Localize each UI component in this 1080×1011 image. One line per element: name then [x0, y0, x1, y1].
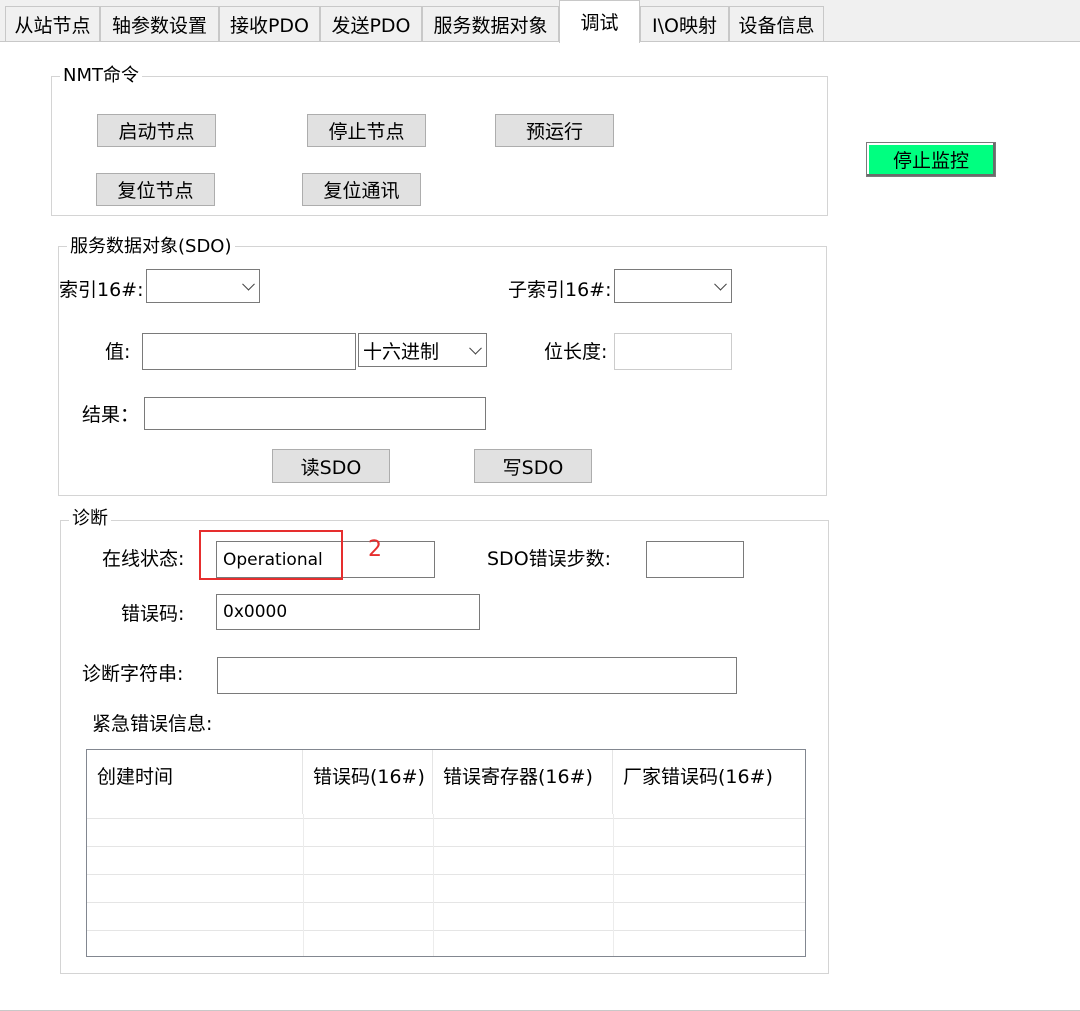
table-col-divider [433, 814, 434, 956]
tab-bar: 从站节点 轴参数设置 接收PDO 发送PDO 服务数据对象 调试 I\O映射 设… [0, 0, 1080, 43]
online-status-label: 在线状态: [102, 548, 185, 570]
chevron-down-icon [714, 277, 727, 291]
emergency-error-table[interactable]: 创建时间 错误码(16#) 错误寄存器(16#) 厂家错误码(16#) [86, 749, 806, 957]
tab-io-mapping[interactable]: I\O映射 [640, 6, 729, 42]
tab-debug[interactable]: 调试 [559, 0, 640, 43]
read-sdo-button[interactable]: 读SDO [272, 449, 390, 483]
chevron-down-icon [469, 341, 482, 355]
tab-service-data-object[interactable]: 服务数据对象 [422, 6, 559, 42]
result-field[interactable] [144, 397, 486, 430]
tab-slave-nodes[interactable]: 从站节点 [5, 6, 100, 42]
table-row-divider [87, 930, 805, 931]
reset-comm-button[interactable]: 复位通讯 [302, 173, 421, 206]
subindex-label: 子索引16#: [508, 279, 612, 301]
table-col-divider [613, 814, 614, 956]
index-combo[interactable] [146, 269, 260, 303]
sdo-group-title: 服务数据对象(SDO) [67, 236, 235, 258]
nmt-group-title: NMT命令 [60, 65, 142, 87]
error-code-label: 错误码: [121, 603, 185, 625]
table-row-divider [87, 818, 805, 819]
value-input[interactable] [142, 333, 356, 370]
format-select-value: 十六进制 [363, 340, 440, 363]
index-label: 索引16#: [59, 279, 144, 301]
col-header-error-register[interactable]: 错误寄存器(16#) [433, 750, 613, 814]
stop-node-button[interactable]: 停止节点 [307, 114, 426, 147]
col-header-created-time[interactable]: 创建时间 [87, 750, 303, 814]
col-header-error-code[interactable]: 错误码(16#) [303, 750, 433, 814]
result-label: 结果： [82, 404, 140, 426]
sdo-error-steps-field [646, 541, 744, 578]
tab-send-pdo[interactable]: 发送PDO [320, 6, 422, 42]
pre-operational-button[interactable]: 预运行 [495, 114, 614, 147]
bit-length-field [614, 333, 732, 370]
tab-receive-pdo[interactable]: 接收PDO [219, 6, 320, 42]
error-code-field: 0x0000 [216, 594, 480, 630]
table-col-divider [303, 814, 304, 956]
table-row-divider [87, 902, 805, 903]
diag-string-field [217, 657, 737, 694]
value-label: 值: [105, 341, 131, 363]
format-select[interactable]: 十六进制 [358, 333, 487, 367]
subindex-combo[interactable] [614, 269, 732, 303]
write-sdo-button[interactable]: 写SDO [474, 449, 592, 483]
table-row-divider [87, 874, 805, 875]
diag-string-label: 诊断字符串: [82, 663, 184, 685]
annotation-number: 2 [368, 537, 382, 562]
emergency-error-label: 紧急错误信息: [92, 713, 213, 735]
tab-axis-params[interactable]: 轴参数设置 [100, 6, 219, 42]
diag-group-title: 诊断 [69, 508, 111, 530]
table-row-divider [87, 846, 805, 847]
reset-node-button[interactable]: 复位节点 [96, 173, 215, 206]
annotation-highlight-box [199, 530, 343, 580]
tab-device-info[interactable]: 设备信息 [729, 6, 824, 42]
bit-length-label: 位长度: [544, 341, 608, 363]
chevron-down-icon [242, 277, 255, 291]
sdo-error-steps-label: SDO错误步数: [487, 548, 612, 570]
stop-monitor-button[interactable]: 停止监控 [866, 142, 996, 177]
start-node-button[interactable]: 启动节点 [97, 114, 216, 147]
col-header-vendor-error-code[interactable]: 厂家错误码(16#) [613, 750, 805, 814]
